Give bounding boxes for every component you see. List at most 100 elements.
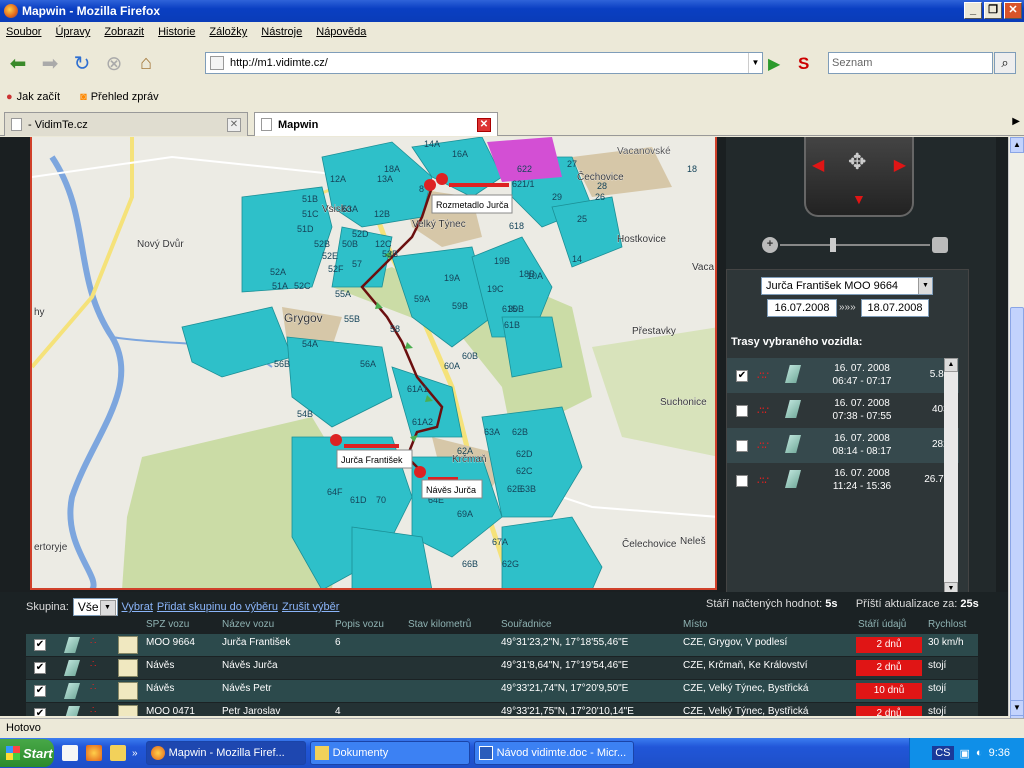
- route-map-icon[interactable]: [785, 365, 801, 383]
- minimize-button[interactable]: _: [964, 2, 982, 19]
- home-icon[interactable]: ⌂: [132, 49, 160, 77]
- select-link[interactable]: Vybrat: [122, 601, 153, 613]
- map-pan-control[interactable]: ◀ ▶ ✥ ▼: [804, 137, 914, 217]
- menu-nastroje[interactable]: Nástroje: [261, 26, 302, 38]
- route-dots-icon[interactable]: ∴∵: [757, 369, 769, 382]
- zoom-out-icon[interactable]: +: [762, 237, 778, 253]
- taskbar-dokumenty[interactable]: Dokumenty: [309, 741, 470, 765]
- restore-button[interactable]: ❐: [984, 2, 1002, 19]
- scroll-up-icon[interactable]: ▲: [944, 358, 958, 372]
- route-dots-icon[interactable]: ∴∵: [757, 404, 769, 417]
- bookmark-prehled-zprav[interactable]: ◙ Přehled zpráv: [80, 91, 159, 103]
- scroll-up-icon[interactable]: ▲: [1010, 137, 1024, 153]
- stop-icon[interactable]: ⊗: [100, 49, 128, 77]
- route-item[interactable]: ∴∵ 16. 07. 2008 11:24 - 15:36 26.7km: [727, 463, 959, 498]
- table-row[interactable]: ✔ ∴ MOO 9664 Jurča František 6 49°31'23,2"N, …: [26, 634, 978, 656]
- route-map-icon[interactable]: [785, 470, 801, 488]
- menu-napoveda[interactable]: Nápověda: [316, 26, 366, 38]
- scroll-down-icon[interactable]: ▼: [1010, 700, 1024, 716]
- menu-soubor[interactable]: Soubor: [6, 26, 41, 38]
- pan-down-icon[interactable]: ▼: [852, 191, 866, 207]
- quicklaunch-firefox-icon[interactable]: [86, 745, 102, 761]
- menu-historie[interactable]: Historie: [158, 26, 195, 38]
- map-canvas[interactable]: Vsisko Velký Týnec Nový Dvůr Grygov Host…: [32, 137, 717, 590]
- go-icon[interactable]: ▶: [768, 54, 780, 74]
- map[interactable]: Vsisko Velký Týnec Nový Dvůr Grygov Host…: [30, 137, 717, 590]
- zoom-in-icon[interactable]: [932, 237, 948, 253]
- page-scrollbar[interactable]: ▲ ▼: [1008, 137, 1024, 768]
- date-to-input[interactable]: 18.07.2008: [861, 299, 929, 317]
- table-row[interactable]: ✔ ∴ Návěs Návěs Petr 49°33'21,74"N, 17°20'9,…: [26, 680, 978, 702]
- menu-zobrazit[interactable]: Zobrazit: [104, 26, 144, 38]
- date-from-input[interactable]: 16.07.2008: [767, 299, 837, 317]
- row-checkbox[interactable]: ✔: [34, 662, 46, 674]
- route-item[interactable]: ✔∴∵16. 07. 200806:47 - 07:175.8km: [727, 358, 959, 393]
- tray-volume-icon[interactable]: ◐: [976, 747, 983, 759]
- quicklaunch-editor-icon[interactable]: [62, 745, 78, 761]
- route-dots-icon[interactable]: ∴: [90, 659, 96, 670]
- search-engine-icon[interactable]: S: [798, 54, 809, 74]
- menu-upravy[interactable]: Úpravy: [55, 26, 90, 38]
- scrollbar-thumb[interactable]: [1010, 307, 1024, 768]
- taskbar-mapwin[interactable]: Mapwin - Mozilla Firef...: [145, 741, 306, 765]
- pan-right-icon[interactable]: ▶: [894, 155, 906, 175]
- pan-move-icon[interactable]: ✥: [848, 149, 866, 175]
- row-checkbox[interactable]: ✔: [34, 708, 46, 716]
- row-checkbox[interactable]: ✔: [34, 639, 46, 651]
- tray-network-icon[interactable]: ▣: [960, 747, 970, 760]
- route-list-scrollbar[interactable]: ▲ ▼: [944, 358, 958, 596]
- close-button[interactable]: ✕: [1004, 2, 1022, 19]
- route-checkbox[interactable]: [736, 405, 748, 417]
- language-indicator[interactable]: CS: [932, 746, 954, 760]
- quicklaunch-app-icon[interactable]: [110, 745, 126, 761]
- route-item[interactable]: ∴∵16. 07. 200807:38 - 07:55403m: [727, 393, 959, 428]
- notes-icon[interactable]: [118, 659, 138, 677]
- reload-icon[interactable]: ↻: [68, 49, 96, 77]
- route-checkbox[interactable]: ✔: [736, 370, 748, 382]
- map-icon[interactable]: [64, 637, 80, 653]
- quicklaunch-more-icon[interactable]: »: [132, 748, 138, 759]
- bookmark-jak-zacit[interactable]: ● Jak začít: [6, 91, 60, 103]
- back-icon[interactable]: ⬅: [4, 49, 32, 77]
- row-checkbox[interactable]: ✔: [34, 685, 46, 697]
- group-select[interactable]: Vše: [72, 598, 118, 616]
- route-dots-icon[interactable]: ∴: [90, 682, 96, 693]
- search-input[interactable]: Seznam: [828, 52, 993, 74]
- notes-icon[interactable]: [118, 682, 138, 700]
- route-dots-icon[interactable]: ∴: [90, 636, 96, 647]
- add-group-link[interactable]: Přidat skupinu do výběru: [157, 601, 278, 613]
- route-map-icon[interactable]: [785, 435, 801, 453]
- route-dots-icon[interactable]: ∴∵: [757, 439, 769, 452]
- zoom-slider[interactable]: +: [762, 237, 952, 253]
- map-icon[interactable]: [64, 683, 80, 699]
- taskbar-navod[interactable]: Návod vidimte.doc - Micr...: [473, 741, 634, 765]
- route-item[interactable]: ∴∵16. 07. 200808:14 - 08:17282m: [727, 428, 959, 463]
- close-tab-icon[interactable]: ✕: [477, 117, 491, 132]
- map-icon[interactable]: [64, 660, 80, 676]
- route-checkbox[interactable]: [736, 475, 748, 487]
- tab-vidimte[interactable]: - VidimTe.cz ✕: [4, 112, 248, 136]
- search-icon[interactable]: ⌕: [994, 52, 1016, 74]
- close-tab-icon[interactable]: ✕: [227, 117, 241, 132]
- tab-mapwin[interactable]: Mapwin ✕: [254, 112, 498, 136]
- route-dots-icon[interactable]: ∴: [90, 705, 96, 716]
- route-checkbox[interactable]: [736, 440, 748, 452]
- notes-icon[interactable]: [118, 705, 138, 716]
- notes-icon[interactable]: [118, 636, 138, 654]
- route-dots-icon[interactable]: ∴∵: [757, 474, 769, 487]
- url-dropdown-icon[interactable]: ▼: [748, 53, 762, 73]
- map-icon[interactable]: [64, 706, 80, 716]
- url-bar[interactable]: http://m1.vidimte.cz/ ▼: [205, 52, 763, 74]
- vehicle-select[interactable]: Jurča František MOO 9664 ▼: [761, 277, 933, 295]
- parcel-label: 50B: [342, 239, 358, 249]
- zoom-thumb[interactable]: [830, 238, 836, 252]
- route-map-icon[interactable]: [785, 400, 801, 418]
- start-button[interactable]: Start: [0, 739, 54, 767]
- forward-icon[interactable]: ➡: [36, 49, 64, 77]
- table-row[interactable]: ✔ ∴ MOO 0471 Petr Jaroslav 4 49°33'21,75"N, 1…: [26, 703, 978, 716]
- clear-selection-link[interactable]: Zrušit výběr: [282, 601, 339, 613]
- menu-zalozky[interactable]: Záložky: [209, 26, 247, 38]
- tab-list-icon[interactable]: ▶: [1012, 116, 1020, 127]
- table-row[interactable]: ✔ ∴ Návěs Návěs Jurča 49°31'8,64"N, 17°19'54…: [26, 657, 978, 679]
- pan-left-icon[interactable]: ◀: [812, 155, 824, 175]
